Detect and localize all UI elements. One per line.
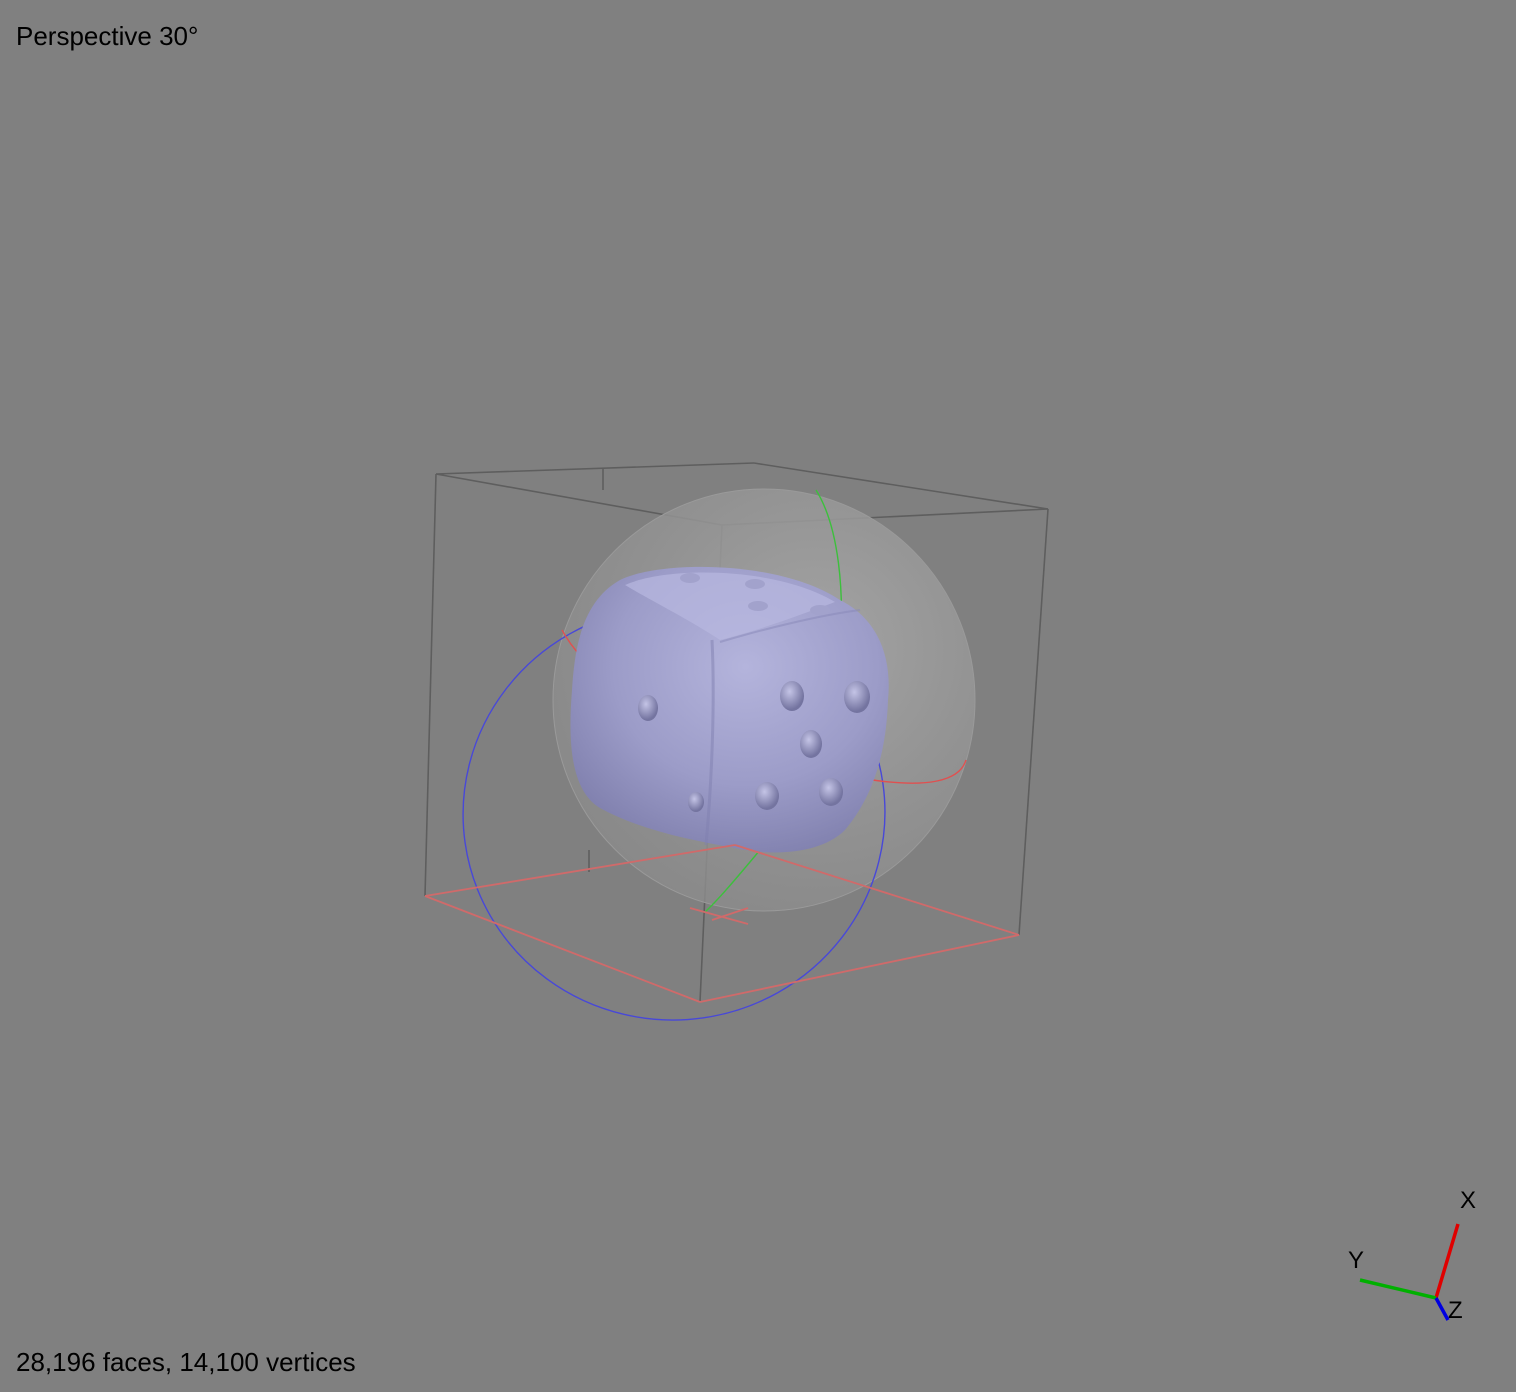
- x-axis-label: X: [1460, 1187, 1476, 1214]
- axis-gizmo: X Y Z: [1348, 1187, 1476, 1324]
- z-axis-line: [1434, 1297, 1450, 1321]
- x-axis-line: [1434, 1223, 1460, 1299]
- y-axis-label: Y: [1348, 1247, 1364, 1274]
- camera-mode-label: Perspective 30°: [16, 21, 199, 51]
- 3d-viewport[interactable]: Perspective 30° 28,196 faces, 14,100 ver…: [0, 0, 1516, 1392]
- z-axis-label: Z: [1448, 1297, 1463, 1324]
- die-model[interactable]: [570, 566, 889, 853]
- y-axis-line: [1359, 1278, 1437, 1300]
- mesh-stats-label: 28,196 faces, 14,100 vertices: [16, 1347, 356, 1377]
- scene-canvas[interactable]: [0, 0, 1516, 1392]
